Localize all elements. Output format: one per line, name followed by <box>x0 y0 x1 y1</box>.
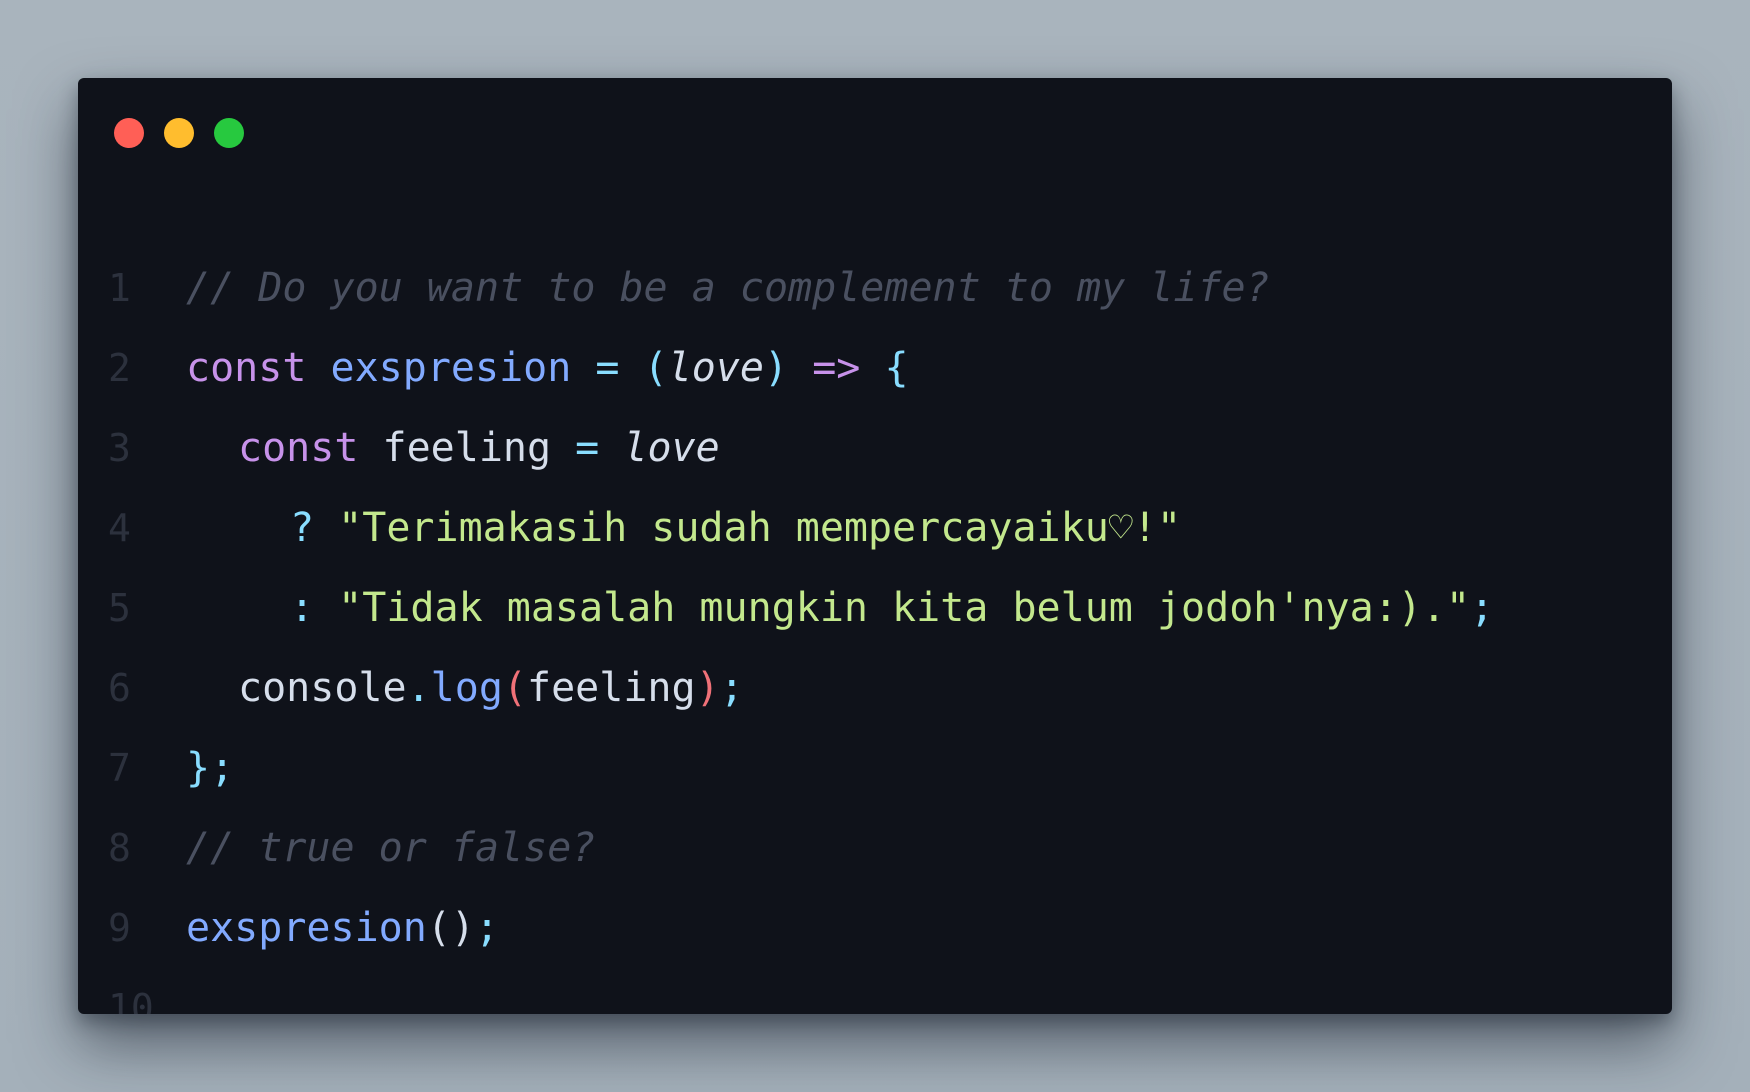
code-token-keyword: => <box>788 345 885 391</box>
code-token-comment: // true or false? <box>186 825 596 871</box>
code-line: 8 // true or false? <box>78 818 1672 878</box>
line-number: 5 <box>108 586 131 630</box>
line-number: 10 <box>108 986 154 1014</box>
code-token-op: ) <box>764 345 789 391</box>
code-text: : "Tidak masalah mungkin kita belum jodo… <box>290 578 1494 638</box>
line-number: 4 <box>108 506 131 550</box>
code-token-plain: () <box>426 905 475 951</box>
code-token-plain: feeling <box>527 665 696 711</box>
code-token-op: } <box>186 745 211 791</box>
code-text: exspresion(); <box>186 898 499 958</box>
code-token-param: love <box>623 425 720 471</box>
maximize-window-button[interactable] <box>214 118 244 148</box>
code-token-op: : <box>290 585 339 631</box>
code-token-plain: feeling <box>358 425 576 471</box>
code-token-op: { <box>884 345 909 391</box>
code-token-paren-red: ) <box>695 665 720 711</box>
code-token-op: ; <box>1470 585 1495 631</box>
line-number: 7 <box>108 746 131 790</box>
code-token-param: love <box>667 345 765 391</box>
line-number: 8 <box>108 826 131 870</box>
line-number: 9 <box>108 906 131 950</box>
code-token-paren-red: ( <box>502 665 528 711</box>
code-text: // true or false? <box>186 818 595 878</box>
code-text: const feeling = love <box>238 418 720 478</box>
line-number: 2 <box>108 346 131 390</box>
code-token-op: ; <box>719 665 744 711</box>
code-text: ? "Terimakasih sudah mempercayaiku♡!" <box>290 498 1181 558</box>
code-token-op: ; <box>210 745 235 791</box>
code-token-keyword: const <box>186 345 307 391</box>
code-window: 1 // Do you want to be a complement to my… <box>78 78 1672 1014</box>
code-text: console.log(feeling); <box>238 658 744 718</box>
code-line: 10 <box>78 978 1672 1014</box>
close-window-button[interactable] <box>114 118 144 148</box>
code-token-op: ( <box>643 345 668 391</box>
code-token-op: ? <box>290 505 339 551</box>
code-token-string: "Terimakasih sudah mempercayaiku♡!" <box>338 505 1182 551</box>
minimize-window-button[interactable] <box>164 118 194 148</box>
code-line: 3 const feeling = love <box>78 418 1672 478</box>
code-token-op: = <box>575 425 600 471</box>
code-token-plain: console <box>238 665 407 711</box>
code-line: 7}; <box>78 738 1672 798</box>
line-number: 3 <box>108 426 131 470</box>
line-number: 1 <box>108 266 131 310</box>
code-token-op: = <box>571 345 644 391</box>
code-token-string: "Tidak masalah mungkin kita belum jodoh'… <box>338 585 1471 631</box>
code-line: 4? "Terimakasih sudah mempercayaiku♡!" <box>78 498 1672 558</box>
code-text: }; <box>186 738 234 798</box>
code-line: 1 // Do you want to be a complement to my… <box>78 258 1672 318</box>
code-line: 2 const exspresion = (love) => { <box>78 338 1672 398</box>
code-token-keyword: const <box>238 425 359 471</box>
code-line: 5: "Tidak masalah mungkin kita belum jod… <box>78 578 1672 638</box>
code-token-op: . <box>406 665 431 711</box>
code-text: // Do you want to be a complement to my … <box>186 258 1270 318</box>
code-token-op: ; <box>475 905 500 951</box>
code-token-fn: exspresion <box>330 345 572 391</box>
window-titlebar <box>78 78 1672 178</box>
code-text: const exspresion = (love) => { <box>186 338 909 398</box>
code-token-comment: // Do you want to be a complement to my … <box>186 265 1270 311</box>
code-line: 6 console.log(feeling); <box>78 658 1672 718</box>
code-line: 9 exspresion(); <box>78 898 1672 958</box>
code-token-fn: exspresion <box>186 905 427 951</box>
code-token-fn: log <box>430 665 503 711</box>
line-number: 6 <box>108 666 131 710</box>
